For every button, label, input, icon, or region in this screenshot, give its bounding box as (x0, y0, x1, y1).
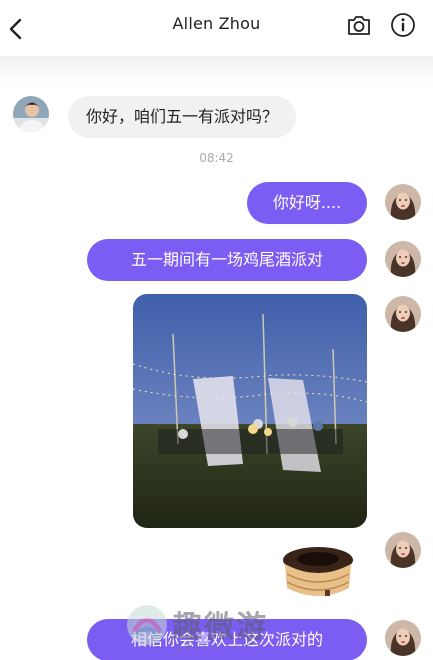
header-divider (0, 56, 433, 86)
watermark-text: 趣微游 (172, 610, 268, 645)
my-avatar[interactable] (385, 296, 421, 332)
watermark-logo-icon (127, 605, 167, 645)
my-avatar[interactable] (385, 184, 421, 220)
info-icon[interactable] (390, 12, 416, 38)
watermark-subtext: qwyou.com (176, 642, 255, 652)
sticker-icon[interactable] (281, 546, 355, 604)
chat-header: Allen Zhou (0, 0, 433, 56)
chat-screen: Allen Zhou 你好，咱们五一有派对吗？ 08:42 你好呀.... 五一… (0, 0, 433, 660)
my-avatar[interactable] (385, 532, 421, 568)
watermark: 趣微游 qwyou.com (124, 600, 294, 660)
camera-icon[interactable] (346, 13, 372, 37)
image-message[interactable] (133, 294, 367, 528)
message-timestamp: 08:42 (199, 151, 234, 165)
outgoing-message[interactable]: 你好呀.... (247, 182, 367, 224)
my-avatar[interactable] (385, 620, 421, 656)
my-avatar[interactable] (385, 241, 421, 277)
contact-avatar[interactable] (13, 96, 49, 132)
incoming-message[interactable]: 你好，咱们五一有派对吗？ (68, 96, 297, 138)
outgoing-message[interactable]: 五一期间有一场鸡尾酒派对 (87, 239, 367, 281)
